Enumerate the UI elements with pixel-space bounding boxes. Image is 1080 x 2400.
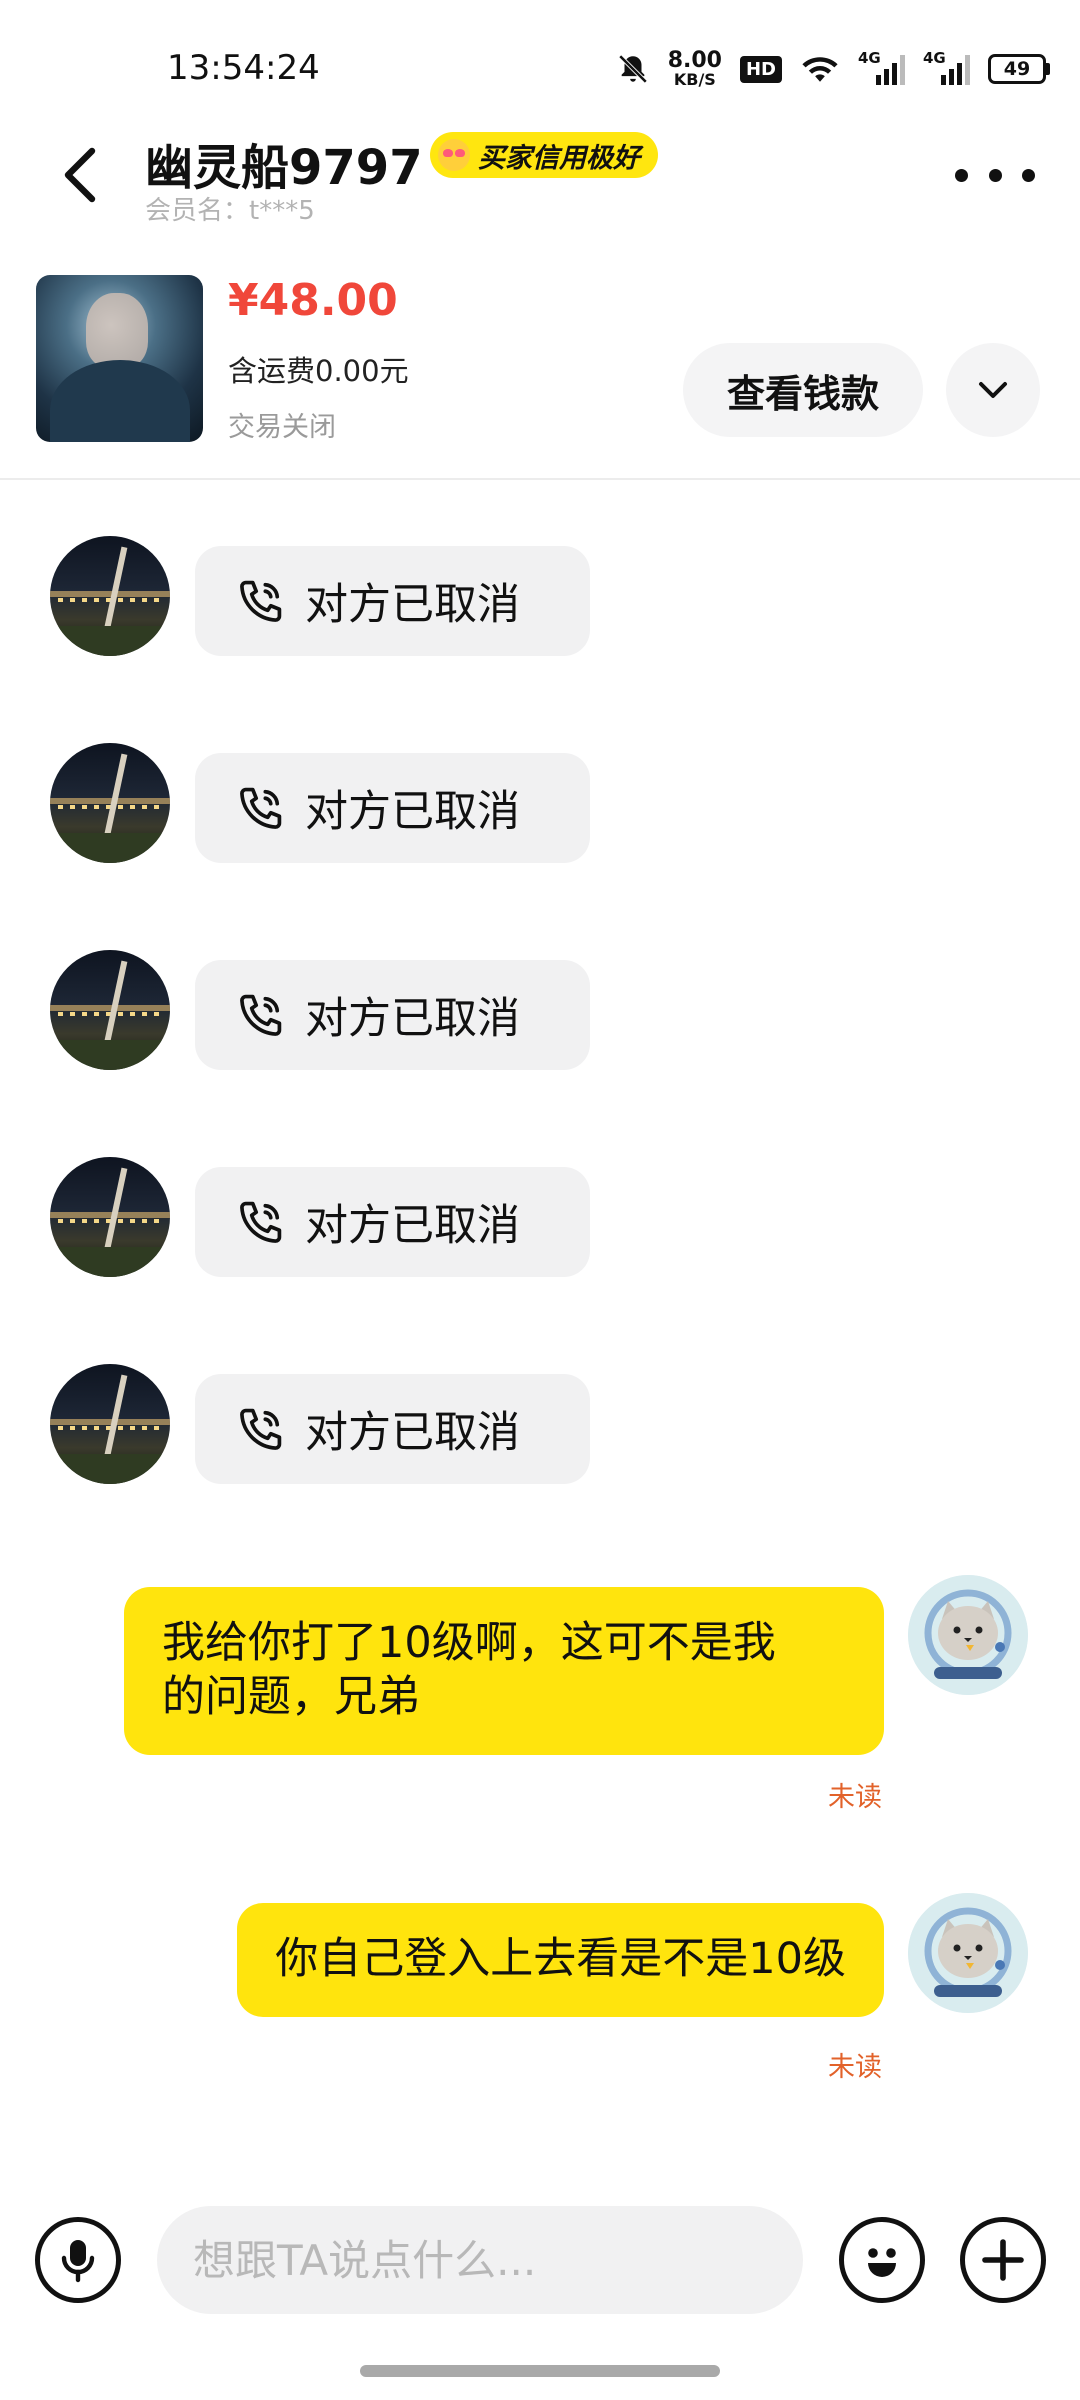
call-status-text: 对方已取消	[305, 580, 520, 630]
call-status-text: 对方已取消	[305, 787, 520, 837]
message-row: 对方已取消	[0, 743, 1080, 873]
avatar[interactable]	[50, 950, 170, 1070]
message-row: 你自己登入上去看是不是10级 未读	[0, 1893, 1080, 2093]
heart-eyes-emoji-icon	[438, 139, 470, 171]
avatar[interactable]	[50, 1157, 170, 1277]
more-actions-button[interactable]	[960, 2217, 1046, 2303]
phone-call-icon	[240, 580, 282, 622]
message-row: 对方已取消	[0, 1157, 1080, 1287]
call-cancelled-bubble[interactable]: 对方已取消	[195, 960, 590, 1070]
signal-2-label: 4G	[923, 49, 946, 67]
hd-badge: HD	[739, 55, 782, 83]
message-text-line: 你自己登入上去看是不是10级	[275, 1934, 846, 1984]
product-card[interactable]: ¥48.00 含运费0.00元 交易关闭 查看钱款	[0, 255, 1080, 480]
chat-screen: 13:54:24 8.00 KB/S HD 4G 4G 49 幽灵船9797 买…	[0, 0, 1080, 2400]
call-cancelled-bubble[interactable]: 对方已取消	[195, 753, 590, 863]
message-text-line: 的问题，兄弟	[162, 1671, 420, 1722]
back-button[interactable]	[50, 140, 110, 210]
smiley-icon	[868, 2248, 896, 2277]
more-dot-icon	[988, 168, 1002, 182]
phone-call-icon	[240, 1201, 282, 1243]
avatar[interactable]	[908, 1893, 1028, 2013]
avatar[interactable]	[908, 1575, 1028, 1695]
status-time: 13:54:24	[167, 48, 320, 88]
product-price: ¥48.00	[228, 275, 398, 326]
wifi-icon	[800, 53, 840, 85]
avatar[interactable]	[50, 743, 170, 863]
header-divider	[0, 478, 1080, 480]
chevron-down-icon	[979, 382, 1007, 398]
message-input[interactable]	[157, 2206, 803, 2314]
call-status-text: 对方已取消	[305, 1201, 520, 1251]
chevron-left-icon	[64, 147, 96, 203]
call-status-text: 对方已取消	[305, 1408, 520, 1458]
status-icons: 8.00 KB/S HD 4G 4G 49	[616, 44, 1050, 94]
home-indicator[interactable]	[360, 2365, 720, 2377]
unread-status: 未读	[828, 1782, 882, 1813]
microphone-icon	[61, 2240, 95, 2283]
message-row: 对方已取消	[0, 536, 1080, 666]
product-shipping: 含运费0.00元	[228, 354, 409, 388]
sent-message-bubble[interactable]: 你自己登入上去看是不是10级	[237, 1903, 884, 2017]
view-payment-button[interactable]: 查看钱款	[683, 343, 923, 437]
signal-1-label: 4G	[858, 49, 881, 67]
trade-status: 交易关闭	[228, 412, 336, 443]
message-row: 对方已取消	[0, 1364, 1080, 1494]
more-options-button[interactable]	[955, 150, 1035, 200]
call-cancelled-bubble[interactable]: 对方已取消	[195, 546, 590, 656]
message-row: 对方已取消	[0, 950, 1080, 1080]
battery-icon: 49	[988, 54, 1050, 84]
emoji-button[interactable]	[839, 2217, 925, 2303]
call-cancelled-bubble[interactable]: 对方已取消	[195, 1167, 590, 1277]
more-dot-icon	[1022, 168, 1035, 182]
input-bar	[0, 2200, 1080, 2320]
plus-icon	[982, 2239, 1024, 2281]
battery-level: 49	[988, 54, 1046, 84]
member-name: 会员名：t***5	[145, 196, 315, 226]
phone-call-icon	[240, 787, 282, 829]
more-dot-icon	[955, 168, 968, 182]
cat-astronaut-avatar-icon	[908, 1575, 1028, 1695]
phone-call-icon	[240, 1408, 282, 1450]
call-status-text: 对方已取消	[305, 994, 520, 1044]
avatar[interactable]	[50, 1364, 170, 1484]
net-speed-unit: KB/S	[673, 70, 716, 89]
cat-astronaut-avatar-icon	[908, 1893, 1028, 2013]
message-row: 我给你打了10级啊，这可不是我 的问题，兄弟 未读	[0, 1575, 1080, 1825]
net-speed: 8.00 KB/S	[668, 50, 722, 88]
credit-badge[interactable]: 买家信用极好	[430, 132, 658, 178]
chat-header: 幽灵船9797 买家信用极好 会员名：t***5	[0, 120, 1080, 230]
avatar[interactable]	[50, 536, 170, 656]
call-cancelled-bubble[interactable]: 对方已取消	[195, 1374, 590, 1484]
product-image[interactable]	[36, 275, 203, 442]
credit-badge-label: 买家信用极好	[478, 142, 640, 174]
sent-message-bubble[interactable]: 我给你打了10级啊，这可不是我 的问题，兄弟	[124, 1587, 884, 1755]
voice-input-button[interactable]	[35, 2217, 121, 2303]
bell-off-icon	[616, 52, 650, 86]
contact-name[interactable]: 幽灵船9797	[145, 128, 423, 198]
expand-button[interactable]	[946, 343, 1040, 437]
message-text-line: 我给你打了10级啊，这可不是我	[162, 1618, 776, 1668]
signal-icon: 4G	[858, 49, 905, 85]
net-speed-value: 8.00	[667, 48, 722, 73]
signal-icon: 4G	[923, 49, 970, 85]
status-bar: 13:54:24 8.00 KB/S HD 4G 4G 49	[0, 0, 1080, 140]
unread-status: 未读	[828, 2052, 882, 2083]
phone-call-icon	[240, 994, 282, 1036]
